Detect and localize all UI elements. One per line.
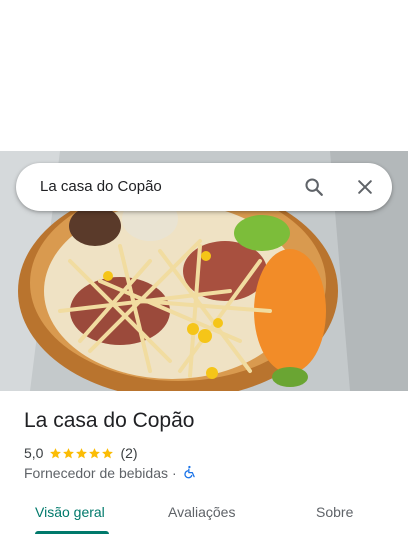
tab-reviews[interactable]: Avaliações xyxy=(168,504,235,520)
wheelchair-icon xyxy=(181,465,197,482)
rating-stars xyxy=(49,447,114,460)
place-tabs: Visão geral Avaliações Sobre xyxy=(0,490,408,542)
review-count[interactable]: (2) xyxy=(120,445,137,461)
active-tab-indicator xyxy=(35,531,109,534)
star-icon xyxy=(89,447,101,458)
tab-overview[interactable]: Visão geral xyxy=(35,504,105,520)
rating-row[interactable]: 5,0 (2) xyxy=(24,444,138,462)
star-icon xyxy=(63,447,75,458)
star-icon xyxy=(102,447,114,458)
place-name: La casa do Copão xyxy=(24,409,195,432)
separator-dot: · xyxy=(172,465,177,481)
search-icon[interactable] xyxy=(300,173,328,201)
tab-about[interactable]: Sobre xyxy=(316,504,353,520)
search-bar[interactable]: La casa do Copão xyxy=(16,163,392,211)
star-icon xyxy=(50,447,62,458)
category-row: Fornecedor de bebidas · xyxy=(24,464,197,482)
map-blank-area xyxy=(0,0,408,151)
rating-value: 5,0 xyxy=(24,445,44,461)
star-icon xyxy=(76,447,88,458)
search-input[interactable]: La casa do Copão xyxy=(40,178,162,195)
place-category[interactable]: Fornecedor de bebidas xyxy=(24,465,168,481)
close-icon[interactable] xyxy=(351,173,379,201)
